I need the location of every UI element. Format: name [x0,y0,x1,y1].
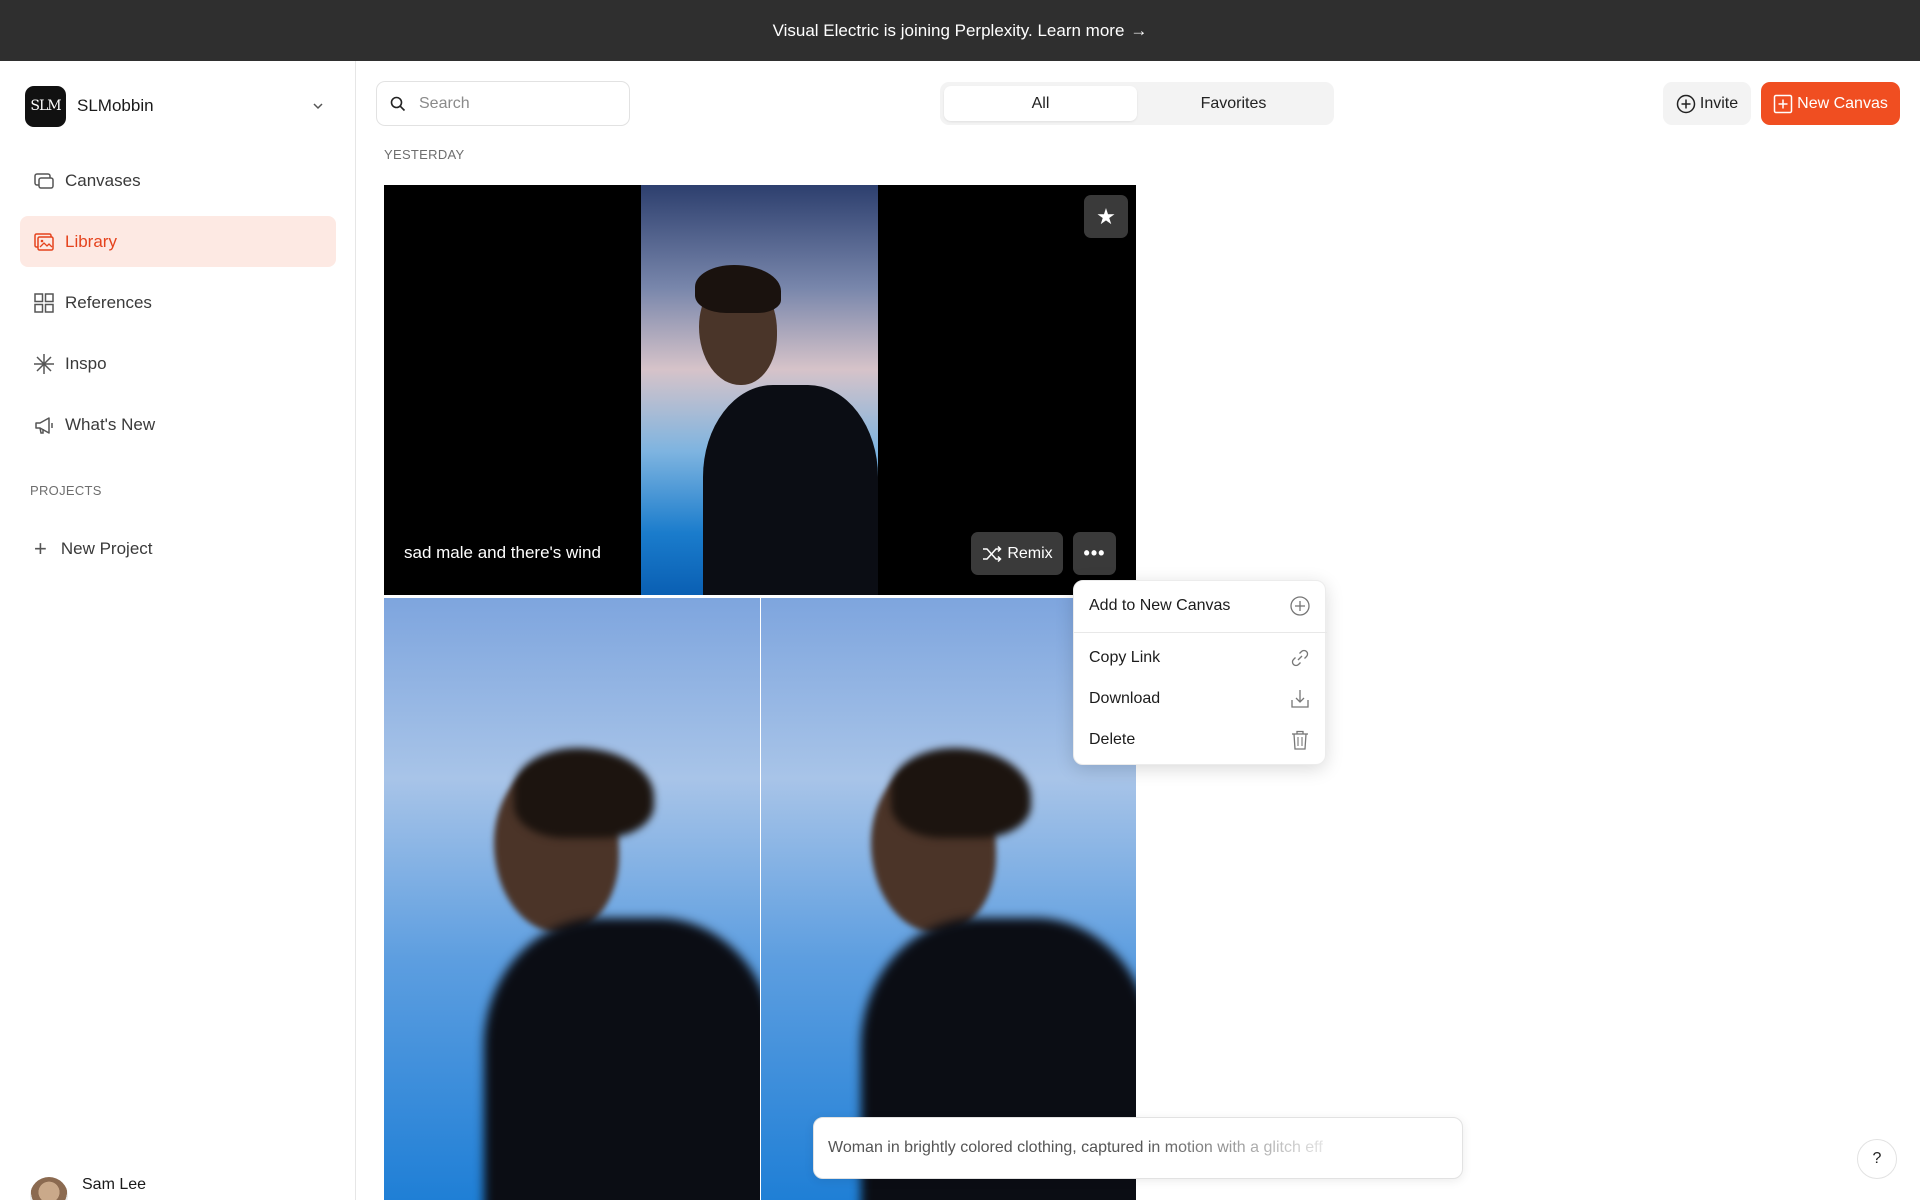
sidebar-nav: Canvases Library References Inspo What's… [20,155,336,460]
avatar [30,1177,68,1200]
sidebar-item-label: What's New [65,414,156,434]
tab-all[interactable]: All [944,86,1137,121]
new-canvas-label: New Canvas [1797,94,1888,112]
invite-label: Invite [1699,94,1739,112]
menu-item-label: Download [1089,690,1161,707]
search-box[interactable] [376,81,630,126]
plus-circle-icon [1290,596,1310,616]
sidebar-item-inspo[interactable]: Inspo [20,338,336,389]
figure-hair-shape [695,265,781,313]
sidebar-item-label: References [65,292,152,312]
library-image-card[interactable]: ★ sad male and there's wind Remix ••• [384,185,1136,595]
image-caption: sad male and there's wind [404,543,601,562]
chevron-down-icon [313,103,323,110]
remix-label: Remix [1007,544,1053,562]
sidebar-item-canvases[interactable]: Canvases [20,155,336,206]
plus-circle-icon [1676,94,1696,113]
menu-item-copy-link[interactable]: Copy Link [1074,638,1327,678]
search-icon [390,96,406,111]
banner-text: Visual Electric is joining Perplexity. L… [772,20,1125,40]
tab-favorites[interactable]: Favorites [1137,86,1330,121]
announcement-banner[interactable]: Visual Electric is joining Perplexity. L… [0,0,1920,61]
workspace-name: SLMobbin [77,96,154,115]
menu-item-label: Delete [1089,731,1136,748]
trash-icon [1292,730,1308,750]
invite-button[interactable]: Invite [1663,82,1751,125]
menu-item-label: Add to New Canvas [1089,597,1231,614]
canvases-icon [34,172,54,189]
image-context-menu: Add to New Canvas Copy Link Download Del… [1073,580,1327,765]
plus-square-icon [1773,94,1793,113]
menu-item-add-to-new-canvas[interactable]: Add to New Canvas [1074,586,1327,626]
sidebar: SLM SLMobbin Canvases Library References… [0,61,356,1200]
sidebar-item-references[interactable]: References [20,277,336,328]
sidebar-item-label: Library [65,231,117,251]
search-input[interactable] [419,94,609,113]
favorite-star-button[interactable]: ★ [1084,195,1128,238]
sidebar-item-label: Canvases [65,170,141,190]
workspace-switcher[interactable]: SLM SLMobbin [25,85,331,127]
figure-body-shape [484,918,760,1200]
help-button[interactable]: ? [1857,1139,1897,1179]
menu-item-download[interactable]: Download [1074,679,1327,719]
prompt-input[interactable]: Woman in brightly colored clothing, capt… [813,1117,1463,1179]
date-group-label: YESTERDAY [384,147,465,162]
sidebar-item-library[interactable]: Library [20,216,336,267]
new-project-label: New Project [60,539,153,558]
menu-divider [1074,632,1327,633]
sidebar-item-label: Inspo [65,353,107,373]
more-options-button[interactable]: ••• [1073,532,1116,575]
new-project-button[interactable]: + New Project [20,527,336,571]
link-icon [1291,649,1309,667]
new-canvas-button[interactable]: New Canvas [1761,82,1900,125]
sidebar-item-whats-new[interactable]: What's New [20,399,336,450]
figure-hair-shape [891,748,1031,838]
figure-body-shape [703,385,878,595]
user-profile[interactable]: Sam Lee [30,1176,147,1200]
remix-button[interactable]: Remix [971,532,1063,575]
generated-image[interactable] [384,598,760,1200]
prompt-text: Woman in brightly colored clothing, capt… [828,1139,1323,1156]
arrow-right-icon: → [1130,20,1148,40]
filter-tabs: All Favorites [940,82,1334,125]
plus-icon: + [34,536,47,561]
menu-item-label: Copy Link [1089,649,1161,666]
download-icon [1291,690,1309,708]
library-icon [34,232,54,251]
grid-icon [34,292,54,313]
figure-hair-shape [514,748,654,838]
shuffle-icon [983,545,1002,562]
projects-section-label: PROJECTS [30,483,102,498]
workspace-logo: SLM [25,85,66,127]
user-name: Sam Lee [82,1176,147,1193]
sparkle-icon [34,353,54,374]
menu-item-delete[interactable]: Delete [1074,720,1327,760]
generated-image [641,185,878,595]
megaphone-icon [35,416,53,434]
